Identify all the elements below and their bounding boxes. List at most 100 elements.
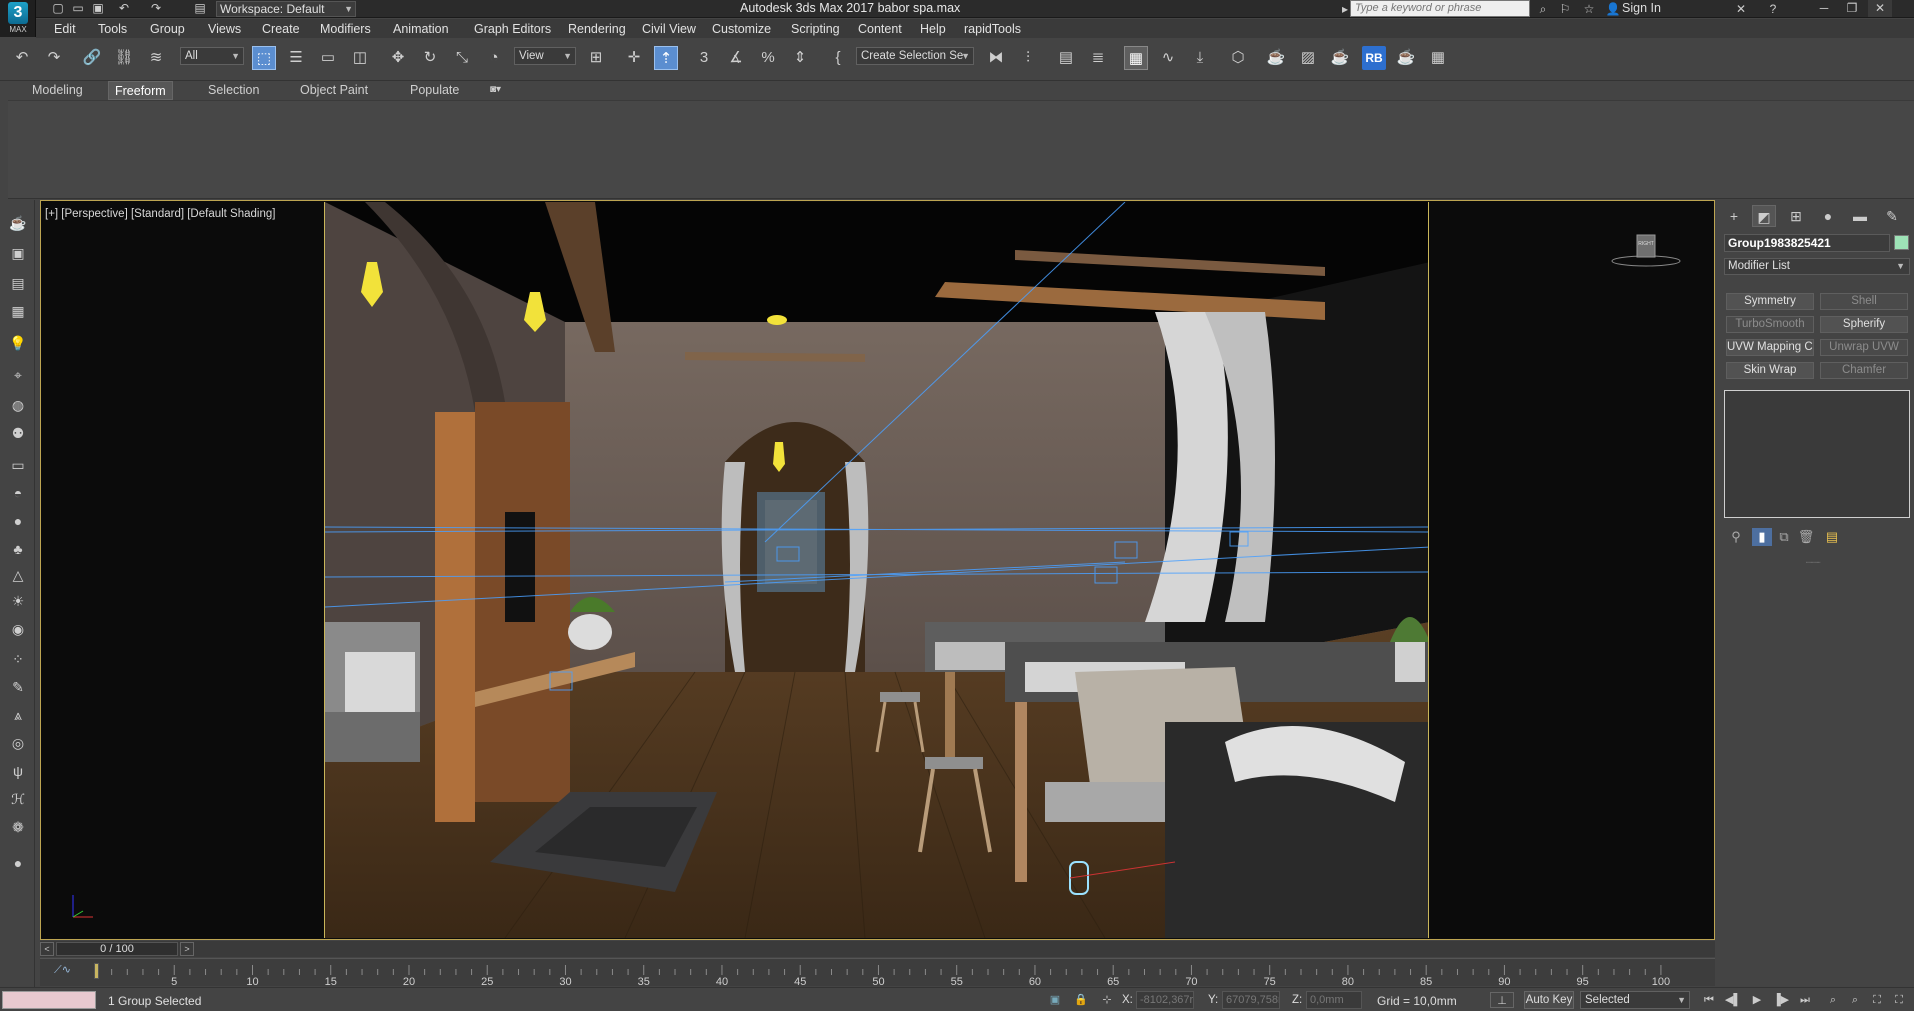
previous-key-icon[interactable]: ◀▌ <box>1724 992 1742 1008</box>
open-file-icon[interactable]: ▭ <box>70 1 86 16</box>
sign-in-link[interactable]: Sign In <box>1622 1 1661 15</box>
next-frame-icon[interactable]: > <box>180 942 194 956</box>
notes-icon[interactable]: ▤ <box>7 272 29 294</box>
maximize-viewport-icon[interactable]: ⛶ <box>1890 992 1908 1008</box>
maximize-window-button[interactable]: ❐ <box>1840 0 1864 17</box>
favorites-star-icon[interactable]: ☆ <box>1580 1 1598 17</box>
communication-center-icon[interactable]: ⚐ <box>1556 1 1574 17</box>
orb-icon[interactable]: ◉ <box>7 618 29 640</box>
reference-coordinate-dropdown[interactable]: View ▼ <box>514 47 576 65</box>
go-to-end-icon[interactable]: ⏭ <box>1796 992 1814 1008</box>
tripod-icon[interactable]: ⩓ <box>7 704 29 726</box>
menu-content[interactable]: Content <box>858 22 902 36</box>
motion-tab-icon[interactable]: ● <box>1816 205 1840 227</box>
bind-space-warp-icon[interactable]: ≋ <box>144 46 168 70</box>
select-manipulate-icon[interactable]: ⇡ <box>654 46 678 70</box>
uvw-mapping-clear-button[interactable]: UVW Mapping Clear <box>1726 339 1814 356</box>
menu-help[interactable]: Help <box>920 22 946 36</box>
time-slider[interactable]: < 0 / 100 > <box>40 941 1715 957</box>
x-coordinate-field[interactable]: -8102,367r <box>1136 991 1194 1009</box>
window-crossing-icon[interactable]: ◫ <box>348 46 372 70</box>
rb-plugin-button[interactable]: RB <box>1362 46 1386 70</box>
configure-modifier-sets-icon[interactable]: ▤ <box>1822 528 1842 546</box>
turbosmooth-button[interactable]: TurboSmooth <box>1726 316 1814 333</box>
rendered-frame-window-icon[interactable]: ▨ <box>1296 46 1320 70</box>
shell-button[interactable]: Shell <box>1820 293 1908 310</box>
symmetry-button[interactable]: Symmetry <box>1726 293 1814 310</box>
perspective-viewport[interactable]: [+] [Perspective] [Standard] [Default Sh… <box>40 200 1715 940</box>
select-place-icon[interactable]: ◔ <box>482 46 506 70</box>
selection-filter-dropdown[interactable]: All ▼ <box>180 47 244 65</box>
pin-stack-icon[interactable]: ⚲ <box>1726 528 1746 546</box>
show-end-result-icon[interactable]: ▮ <box>1752 528 1772 546</box>
next-key-icon[interactable]: ▐▶ <box>1772 992 1790 1008</box>
edit-named-selection-icon[interactable]: { <box>826 46 850 70</box>
menu-tools[interactable]: Tools <box>98 22 127 36</box>
selection-lock-icon[interactable]: 🔒 <box>1072 992 1090 1008</box>
render-setup-icon[interactable]: ☕ <box>1264 46 1288 70</box>
menu-views[interactable]: Views <box>208 22 241 36</box>
render-production-icon[interactable]: ☕ <box>1328 46 1352 70</box>
plane-icon[interactable]: ▭ <box>7 454 29 476</box>
remove-modifier-icon[interactable]: 🗑 <box>1796 528 1816 546</box>
modify-tab-icon[interactable]: ◩ <box>1752 205 1776 227</box>
modifier-list-dropdown[interactable]: Modifier List ▼ <box>1724 258 1910 275</box>
tab-populate[interactable]: Populate <box>404 81 465 100</box>
zoom-all-icon[interactable]: ⌕ <box>1846 992 1864 1008</box>
menu-scripting[interactable]: Scripting <box>791 22 840 36</box>
paint-brush-icon[interactable]: ✎ <box>7 676 29 698</box>
schematic-view-icon[interactable]: ⤓ <box>1188 46 1212 70</box>
mini-curve-editor-icon[interactable]: ⟋∿ <box>54 963 74 981</box>
modifier-stack-list[interactable] <box>1724 390 1910 518</box>
ribbon-options-icon[interactable]: ◙▾ <box>484 81 507 100</box>
lightbulb-icon[interactable]: 💡 <box>7 332 29 354</box>
set-key-icon[interactable]: ⊥ <box>1490 992 1514 1008</box>
undo-icon[interactable]: ↶ <box>116 1 132 16</box>
utilities-tab-icon[interactable]: ✎ <box>1880 205 1904 227</box>
workspace-dropdown[interactable]: Workspace: Default ▼ <box>216 1 356 17</box>
sphere-icon[interactable]: ● <box>7 510 29 532</box>
close-window-button[interactable]: ✕ <box>1868 0 1892 17</box>
make-unique-icon[interactable]: ⧉ <box>1774 528 1794 546</box>
spiral-icon[interactable]: ◍ <box>7 394 29 416</box>
film-icon[interactable]: ⚉ <box>7 422 29 444</box>
binoculars-icon[interactable]: ⌕ <box>1534 1 1552 17</box>
tab-freeform[interactable]: Freeform <box>108 81 173 100</box>
percent-snap-icon[interactable]: % <box>756 46 780 70</box>
time-slider-marker[interactable] <box>94 963 99 979</box>
keyboard-shortcut-override-icon[interactable]: ✛ <box>622 46 646 70</box>
redo-icon[interactable]: ↷ <box>42 46 66 70</box>
angle-snap-icon[interactable]: ∡ <box>724 46 748 70</box>
skin-wrap-button[interactable]: Skin Wrap <box>1726 362 1814 379</box>
viewport-render[interactable] <box>324 202 1429 938</box>
unwrap-uvw-button[interactable]: Unwrap UVW <box>1820 339 1908 356</box>
teapot-icon[interactable]: ☕ <box>7 212 29 234</box>
align-icon[interactable]: ⫶ <box>1016 46 1040 70</box>
flower-icon[interactable]: ❁ <box>7 816 29 838</box>
menu-customize[interactable]: Customize <box>712 22 771 36</box>
snaps-toggle-icon[interactable]: 3 <box>692 46 716 70</box>
maxscript-listener-input[interactable] <box>2 991 96 1009</box>
hair-fur-icon[interactable]: ℋ <box>7 788 29 810</box>
menu-modifiers[interactable]: Modifiers <box>320 22 371 36</box>
auto-key-button[interactable]: Auto Key <box>1524 991 1574 1009</box>
select-scale-icon[interactable]: ⤡ <box>450 46 474 70</box>
render-iterative-icon[interactable]: ☕ <box>1394 46 1418 70</box>
menu-group[interactable]: Group <box>150 22 185 36</box>
tab-object-paint[interactable]: Object Paint <box>294 81 374 100</box>
named-selection-sets-dropdown[interactable]: Create Selection Se ▼ <box>856 47 974 65</box>
toggle-ribbon-icon[interactable]: ▦ <box>1124 46 1148 70</box>
redo-icon[interactable]: ↷ <box>148 1 164 16</box>
plant-icon[interactable]: ♣ <box>7 538 29 560</box>
absolute-transform-icon[interactable]: ⊹ <box>1098 992 1116 1008</box>
rectangular-selection-icon[interactable]: ▭ <box>316 46 340 70</box>
object-color-swatch[interactable] <box>1894 235 1909 250</box>
curve-editor-icon[interactable]: ∿ <box>1156 46 1180 70</box>
particles-icon[interactable]: ⁘ <box>7 648 29 670</box>
viewport-label[interactable]: [+] [Perspective] [Standard] [Default Sh… <box>45 208 275 220</box>
zoom-icon[interactable]: ⌕ <box>1824 992 1842 1008</box>
select-object-icon[interactable]: ⬚ <box>252 46 276 70</box>
new-file-icon[interactable]: ▢ <box>50 1 66 16</box>
play-icon[interactable]: ▶ <box>1748 992 1766 1008</box>
select-move-icon[interactable]: ✥ <box>386 46 410 70</box>
